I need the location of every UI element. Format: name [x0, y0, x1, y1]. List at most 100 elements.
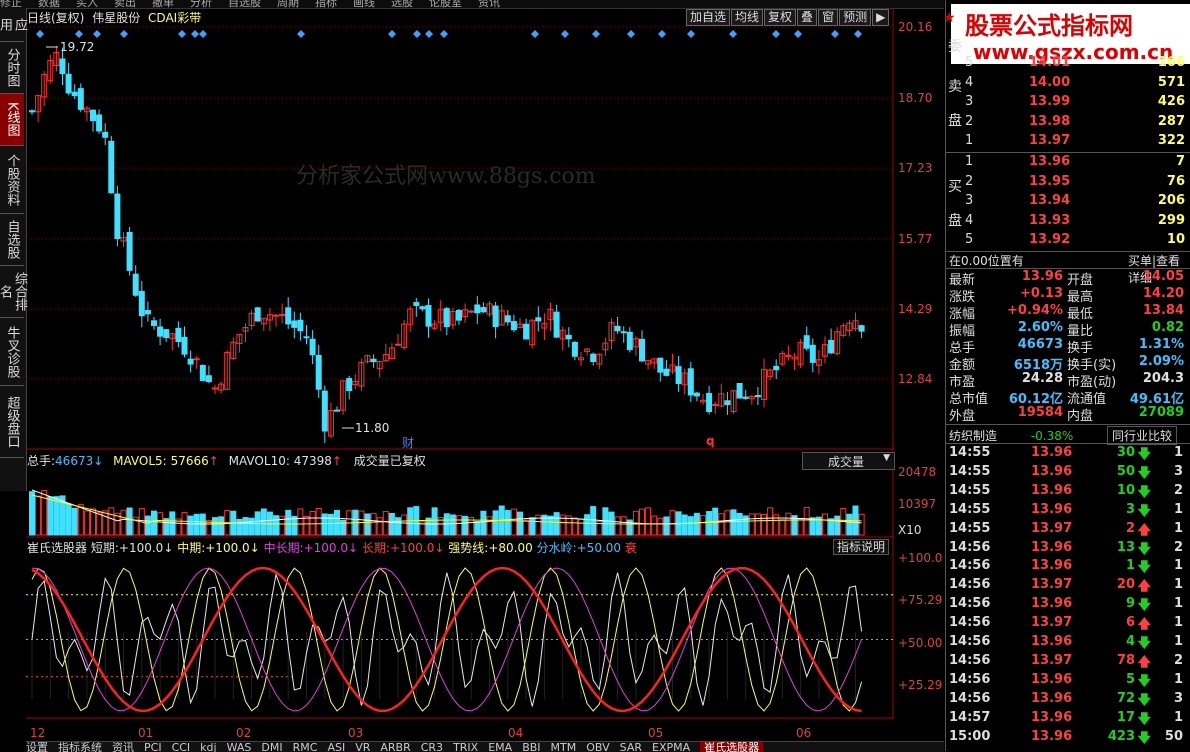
bottom-tab[interactable]: TRIX	[453, 742, 478, 752]
tick-row: 14:57 13.96 17 🡇 1	[947, 710, 1187, 729]
tick-count: 1	[1173, 577, 1183, 593]
quote-row: 外盘 19584 内盘 27089	[949, 405, 1187, 424]
ind-tail: 衰	[624, 541, 637, 555]
bottom-tab[interactable]: CR3	[421, 742, 443, 752]
date-tick-label: 12	[30, 726, 46, 740]
buy-level-row[interactable]: 2 13.95 76	[965, 174, 1187, 193]
candle-body	[639, 338, 645, 362]
indicator-tick-label: +75.29	[898, 593, 943, 607]
up-arrow-icon: ↑	[208, 454, 219, 468]
bottom-tab[interactable]: RMC	[293, 742, 318, 752]
ind-long-value: +100.0	[389, 541, 435, 555]
bottom-tab[interactable]: SAR	[620, 742, 642, 752]
tick-row: 14:55 13.96 10 🡇 2	[947, 483, 1187, 502]
volume-bar	[620, 516, 627, 536]
indicator-help-button[interactable]: 指标说明	[833, 539, 890, 555]
tick-count: 3	[1173, 690, 1183, 706]
price: 13.92	[1029, 232, 1071, 247]
left-tab[interactable]: 牛叉诊股	[0, 318, 24, 386]
bottom-tab[interactable]: OBV	[586, 742, 609, 752]
volume-bar	[681, 514, 688, 536]
buy-level-row[interactable]: 3 13.94 206	[965, 193, 1187, 212]
bottom-tab[interactable]: 指标系统	[58, 742, 102, 752]
tick-volume: 423	[1107, 728, 1135, 744]
bottom-tab[interactable]: 资讯	[112, 742, 134, 752]
logo-line1: 股票公式指标网	[965, 12, 1133, 40]
q-marker[interactable]: q	[706, 434, 715, 448]
toolbar-button[interactable]: 均线	[731, 9, 764, 26]
chart-area[interactable]: 分析家公式网www.88gs.com	[26, 8, 894, 719]
left-tab[interactable]: 自选股	[0, 214, 24, 266]
event-diamond-icon	[388, 30, 396, 38]
candle-body	[254, 307, 261, 322]
sell-level-row[interactable]: 3 13.99 426	[965, 94, 1187, 113]
tick-volume: 78	[1116, 652, 1135, 668]
candle-body	[687, 368, 694, 396]
volume-bar	[761, 513, 767, 536]
left-tab[interactable]: K线图	[0, 94, 24, 146]
price: 13.93	[1029, 212, 1071, 228]
volume-bar	[193, 513, 200, 536]
toolbar-button[interactable]: ▶	[872, 9, 890, 26]
finance-marker[interactable]: 财	[402, 434, 414, 451]
down-arrow-icon: ↓	[163, 541, 174, 555]
toolbar-button[interactable]: 叠	[797, 9, 818, 26]
toolbar-button[interactable]: 预测	[839, 9, 872, 26]
candle-body	[858, 325, 865, 332]
toolbar-button[interactable]: 窗	[818, 9, 839, 26]
down-arrow-icon: 🡇	[1137, 730, 1151, 746]
bottom-tab[interactable]: BBI	[522, 742, 540, 752]
toolbar-button[interactable]: 复权	[764, 9, 797, 26]
bottom-tab[interactable]: VR	[355, 742, 370, 752]
bottom-tab[interactable]: PCI	[144, 742, 162, 752]
volume-bar	[431, 507, 438, 536]
price-tick-label: 18.70	[898, 91, 933, 105]
bottom-tab[interactable]: MTM	[551, 742, 577, 752]
volume-bar	[693, 512, 700, 536]
bottom-tab[interactable]: WAS	[227, 742, 252, 752]
buy-level-row[interactable]: 5 13.92 10	[965, 232, 1187, 251]
bottom-tab[interactable]: 崔氏选股器	[700, 742, 764, 752]
buy-level-row[interactable]: 4 13.93 299	[965, 213, 1187, 232]
left-tab[interactable]: 分时图	[0, 42, 24, 94]
bottom-tab[interactable]: ASI	[327, 742, 345, 752]
bottom-tab[interactable]: kdj	[200, 742, 216, 752]
bottom-tab[interactable]: CCI	[172, 742, 191, 752]
left-tab[interactable]: 综合排名	[0, 266, 27, 318]
volume-bar	[523, 519, 530, 536]
sell-level-row[interactable]: 4 14.00 571	[965, 75, 1187, 94]
price: 13.98	[1029, 113, 1071, 129]
bottom-tab[interactable]: EXPMA	[652, 742, 690, 752]
candle-body	[175, 327, 182, 343]
left-tab[interactable]: 应用	[0, 8, 27, 42]
ind-mid-label: 中期:	[177, 541, 206, 555]
tick-volume: 1	[1125, 558, 1135, 574]
bottom-tab[interactable]: DMI	[261, 742, 282, 752]
volume: 206	[1157, 193, 1185, 208]
volume-bar	[553, 512, 560, 536]
bottom-tab[interactable]: 设置	[26, 742, 48, 752]
tick-count: 1	[1173, 596, 1183, 612]
industry-row[interactable]: 纺织制造 -0.38%	[949, 427, 1073, 444]
left-tab[interactable]: 个股资料	[0, 146, 24, 214]
tick-volume: 3	[1125, 501, 1135, 517]
tick-volume: 10	[1116, 482, 1135, 498]
bottom-tab[interactable]: ARBR	[380, 742, 410, 752]
candle-body	[303, 336, 310, 339]
tick-price: 13.96	[1031, 482, 1073, 498]
candle-body	[510, 321, 517, 331]
kline-chart-svg[interactable]: 分析家公式网www.88gs.com	[26, 8, 894, 741]
toolbar-button[interactable]: 加自选	[686, 9, 731, 26]
sell-level-row[interactable]: 1 13.97 322	[965, 133, 1187, 152]
candle-body	[108, 140, 115, 194]
bottom-tab[interactable]: EMA	[488, 742, 512, 752]
candle-body	[65, 73, 72, 94]
sell-level-row[interactable]: 5 14.01 166	[965, 55, 1187, 74]
candle-body	[693, 392, 700, 397]
sell-level-row[interactable]: 2 13.98 287	[965, 114, 1187, 133]
down-arrow-icon: ↓	[348, 541, 359, 555]
tick-volume: 20	[1116, 577, 1135, 593]
volume-indicator-select[interactable]: 成交量 ▼	[802, 452, 895, 470]
buy-level-row[interactable]: 1 13.96 7	[965, 154, 1187, 173]
left-tab[interactable]: 超级盘口	[0, 386, 24, 458]
